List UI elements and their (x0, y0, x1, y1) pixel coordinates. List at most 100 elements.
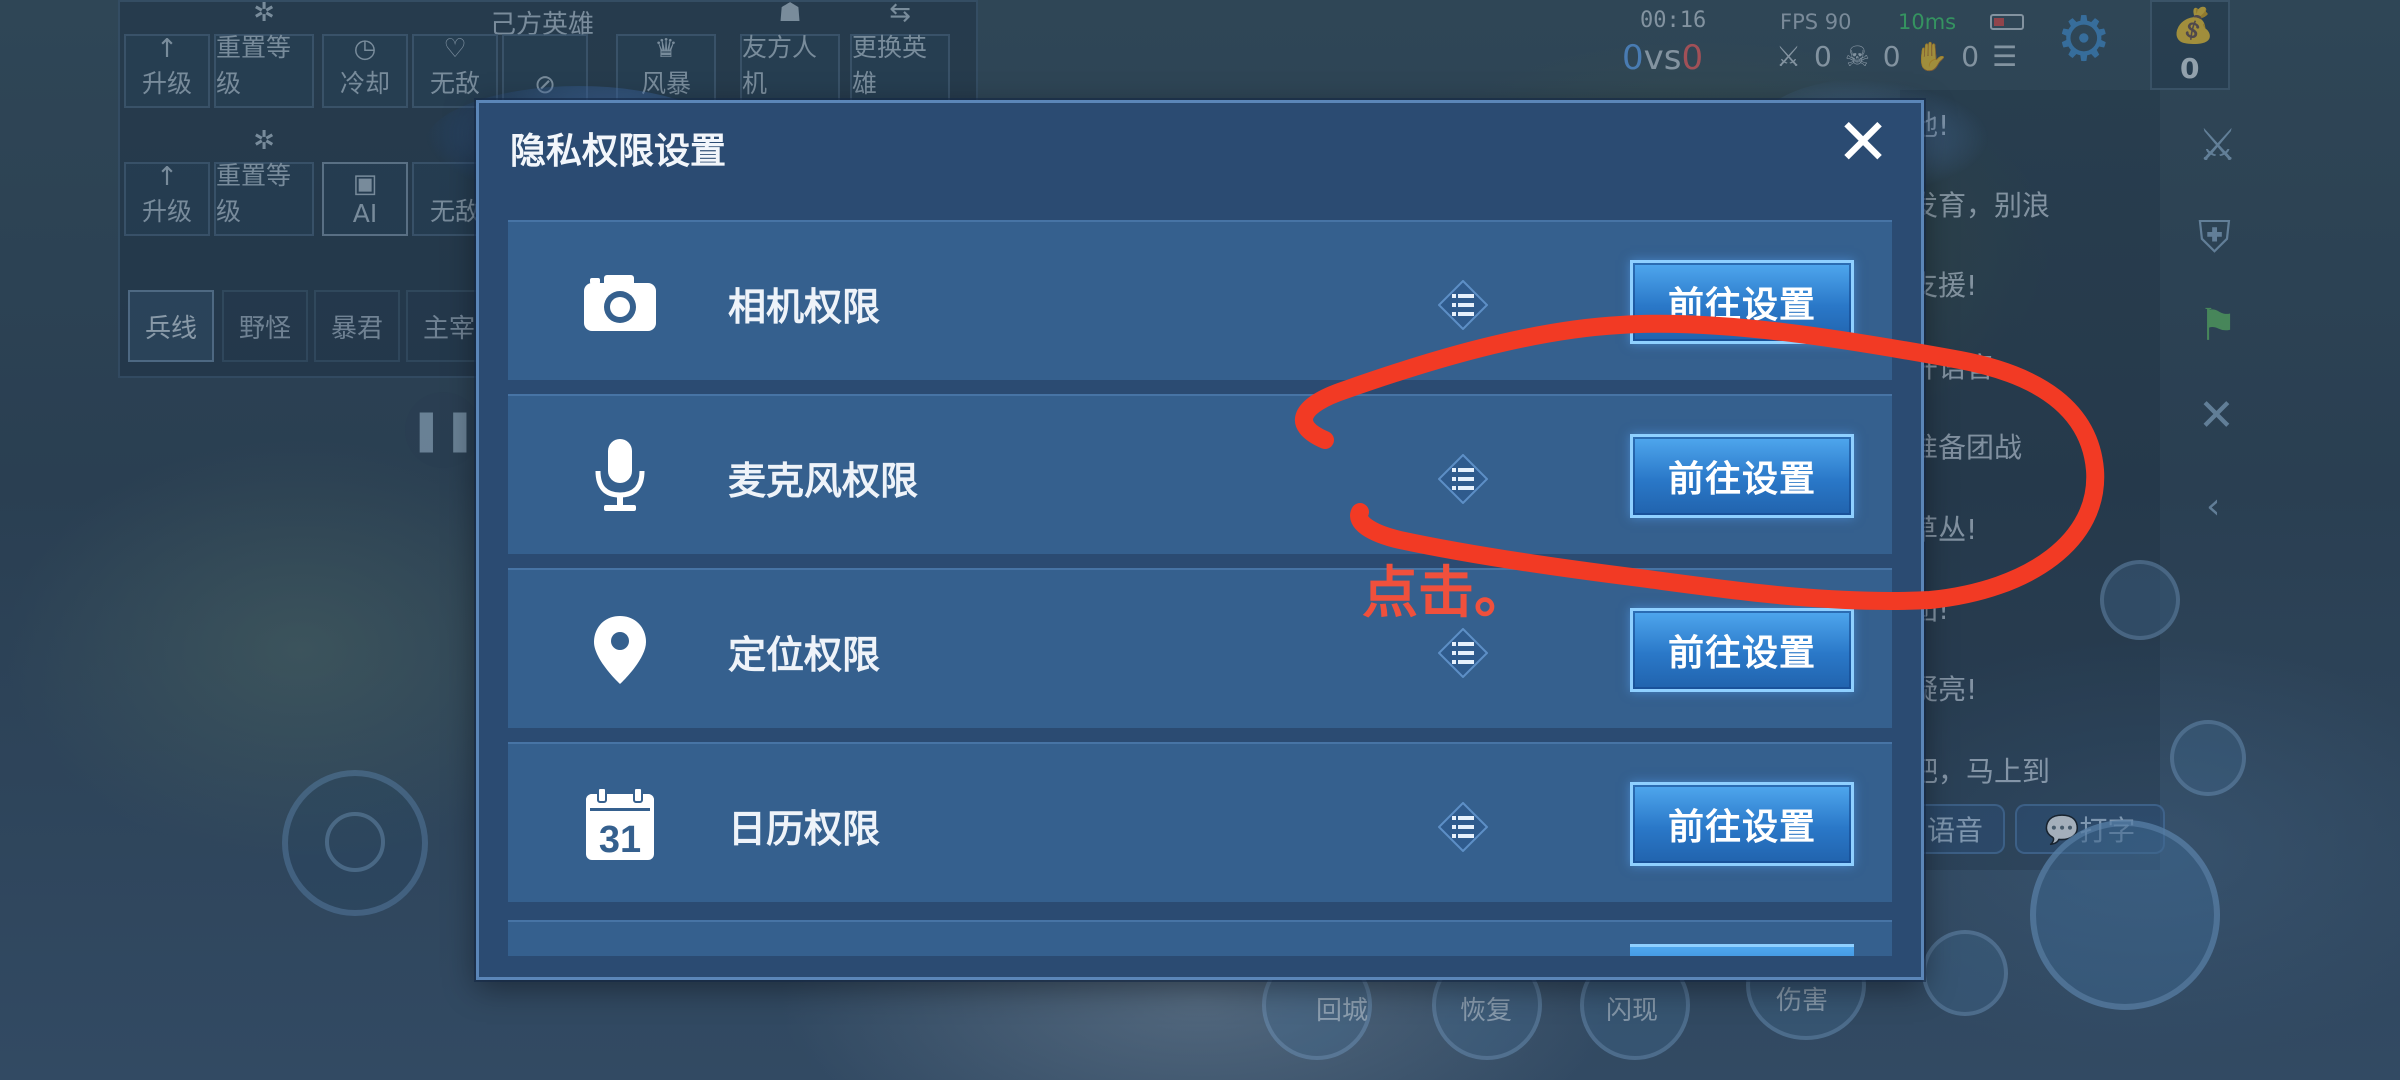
hand-icon: ✋ (1913, 40, 1951, 73)
switch-hero-label: 更换英雄 (852, 33, 928, 98)
permission-row-partial (508, 920, 1892, 956)
go-to-settings-button[interactable]: 前往设置 (1630, 434, 1854, 518)
voice-label: 语音 (1926, 814, 1983, 847)
location-pin-icon (580, 610, 660, 690)
score-blue: 0 (1622, 38, 1644, 78)
permission-row-calendar: 31 日历权限 前往设置 (508, 742, 1892, 902)
go-to-settings-button[interactable]: 前往设置 (1630, 608, 1854, 692)
skull-icon: ☠ (1844, 40, 1872, 73)
permission-label: 日历权限 (728, 807, 881, 851)
close-x-icon[interactable]: ✕ (2198, 390, 2235, 441)
ai-button[interactable]: ▣ AI (322, 162, 408, 236)
recall-label: 回城 (1316, 996, 1369, 1026)
permission-row-camera: 相机权限 前往设置 (508, 220, 1892, 380)
pause-button[interactable]: ❚❚ (405, 392, 481, 468)
heart-icon: ♡ (443, 34, 467, 64)
attack-sword-icon[interactable]: ⚔ (2198, 120, 2237, 171)
go-to-settings-button[interactable]: 前往设置 (1630, 782, 1854, 866)
hero-skill-button[interactable] (1922, 930, 2008, 1016)
list-info-icon (1437, 627, 1489, 679)
gold-count: 0 (2180, 52, 2200, 85)
microphone-icon (580, 436, 660, 516)
joystick-knob[interactable] (325, 812, 385, 872)
permission-label: 定位权限 (728, 633, 881, 677)
cooldown-button[interactable]: ◷ 冷却 (322, 34, 408, 108)
close-icon: ✕ (1836, 106, 1890, 180)
list-icon: ☰ (1992, 40, 2020, 73)
basic-attack-button[interactable] (2030, 820, 2220, 1010)
level-up-button[interactable]: ↑ 升级 (124, 34, 210, 108)
pause-icon: ❚❚ (409, 407, 477, 453)
clock-icon: ◷ (353, 34, 377, 64)
list-info-icon (1437, 453, 1489, 505)
flag-icon[interactable]: ⚑ (2198, 300, 2237, 351)
ally-bot-label: 友方人机 (742, 33, 818, 98)
ping-display: 10ms (1898, 10, 1957, 34)
permission-row-microphone: 麦克风权限 前往设置 (508, 394, 1892, 554)
settings-gear-icon[interactable]: ⚙ (2056, 8, 2112, 70)
permission-list[interactable]: 相机权限 前往设置 麦克风权限 前往设置 定位权限 前往设置 31 日历权限 前… (508, 220, 1892, 956)
info-list-button[interactable] (1437, 801, 1489, 853)
enemy-level-up-label: 升级 (141, 197, 192, 226)
storm-icon: ♛ (654, 34, 678, 64)
permission-label: 麦克风权限 (728, 459, 919, 503)
shield-icon[interactable]: ⛨ (2198, 212, 2231, 263)
money-bag-icon: 💰 (2172, 6, 2215, 46)
tab-minions[interactable]: 兵线 (128, 290, 214, 362)
arrow-up-icon: ↑ (156, 34, 178, 64)
go-to-settings-button[interactable]: 前往设置 (1630, 260, 1854, 344)
kills-count: 0 (1814, 40, 1834, 73)
arrow-up-icon: ↑ (156, 162, 178, 192)
helmet-icon: ☗ (778, 0, 802, 28)
invincible-button[interactable]: ♡ 无敌 (412, 34, 498, 108)
switch-hero-button[interactable]: ⇆ 更换英雄 (850, 0, 950, 108)
ally-bot-button[interactable]: ☗ 友方人机 (740, 0, 840, 108)
tab-tyrant[interactable]: 暴君 (314, 290, 400, 362)
deaths-count: 0 (1882, 40, 1903, 73)
assists-count: 0 (1961, 40, 1982, 73)
hero-skill-button[interactable] (2100, 560, 2180, 640)
hero-skill-button[interactable] (2170, 720, 2246, 796)
quick-chat-line[interactable]: 准备团战 (1910, 426, 2022, 466)
chevron-left-icon[interactable]: ‹ (2206, 486, 2220, 527)
info-list-button[interactable] (1437, 279, 1489, 331)
reset-level-label: 重置等级 (216, 33, 292, 98)
ai-label: AI (352, 199, 378, 228)
permission-label: 相机权限 (728, 285, 881, 329)
score-display: 0vs0 (1622, 38, 1703, 78)
quick-chat-line[interactable]: 吧，马上到 (1910, 750, 2050, 790)
quick-chat-line[interactable]: 发育，别浪 (1910, 184, 2050, 224)
sword-icon: ⚔ (1776, 40, 1804, 73)
annotation-text: 点击。 (1362, 561, 1530, 626)
permission-row-location: 定位权限 前往设置 (508, 568, 1892, 728)
close-button[interactable]: ✕ (1830, 110, 1896, 176)
calendar-icon: 31 (580, 784, 660, 864)
level-up-label: 升级 (141, 69, 192, 98)
damage-label: 伤害 (1776, 986, 1829, 1016)
list-info-icon (1437, 279, 1489, 331)
ai-icon: ▣ (352, 169, 378, 199)
flash-label: 闪现 (1606, 996, 1659, 1026)
camera-icon (580, 262, 660, 342)
gear-small-icon: ✲ (253, 126, 275, 156)
invincible-label: 无敌 (429, 69, 480, 98)
list-info-icon (1437, 801, 1489, 853)
kda-display: ⚔ 0 ☠ 0 ✋ 0 ☰ (1776, 40, 2019, 73)
calendar-day-number: 31 (599, 819, 641, 861)
dialog-title: 隐私权限设置 (510, 131, 727, 172)
match-time: 00:16 (1640, 8, 1707, 33)
swap-icon: ⇆ (889, 0, 911, 28)
fps-counter: FPS 90 (1780, 10, 1852, 34)
enemy-level-up-button[interactable]: ↑ 升级 (124, 162, 210, 236)
gear-small-icon: ✲ (253, 0, 275, 28)
tab-jungle[interactable]: 野怪 (222, 290, 308, 362)
reset-level-button[interactable]: ✲ 重置等级 (214, 0, 314, 108)
info-list-button[interactable] (1437, 453, 1489, 505)
cooldown-label: 冷却 (339, 69, 390, 98)
go-to-settings-button-partial[interactable] (1630, 944, 1854, 956)
score-red: 0 (1681, 38, 1704, 78)
info-list-button[interactable] (1437, 627, 1489, 679)
score-vs: vs (1643, 38, 1682, 78)
heal-label: 恢复 (1460, 996, 1513, 1026)
enemy-reset-level-button[interactable]: ✲ 重置等级 (214, 126, 314, 236)
